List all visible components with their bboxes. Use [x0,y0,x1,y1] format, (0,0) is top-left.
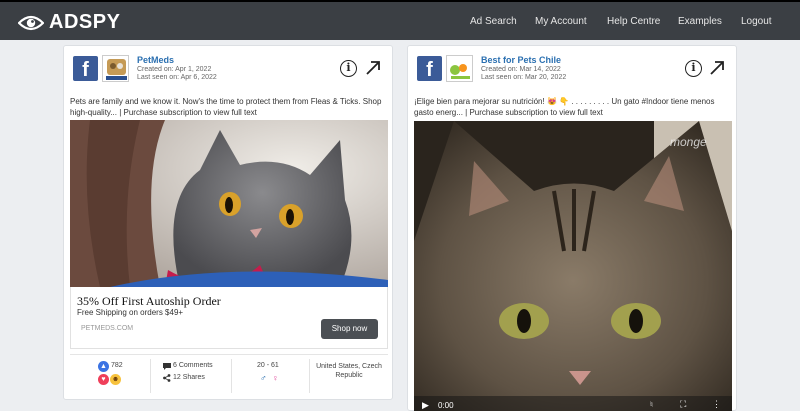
nav-my-account[interactable]: My Account [535,16,587,27]
page-name-link[interactable]: Best for Pets Chile [481,55,561,65]
kitten-video-frame [414,121,732,411]
external-link-icon[interactable] [364,59,382,77]
more-icon[interactable]: ⋮ [712,399,721,410]
ad-body-text: ¡Elige bien para mejorar su nutrición! 😻… [414,97,715,117]
countries-stat: United States, Czech Republic [310,355,388,397]
comments-count: 6 Comments [173,362,213,369]
video-time: 0:00 [438,401,454,410]
ad-headline: 35% Off First Autoship Order [77,294,221,308]
play-icon[interactable]: ▶ [422,400,429,411]
ad-card: f Best for Pets Chile Created on: Mar 14… [407,45,737,411]
page-name-link[interactable]: PetMeds [137,55,174,65]
volume-icon[interactable]: ♮ [650,400,653,409]
best-for-pets-logo-image [447,56,472,81]
ad-video-player[interactable]: monge ▶ 0:00 ♮ ⛶ ⋮ [414,121,732,411]
like-icon: ▲ [98,361,109,372]
female-icon: ♀ [272,373,279,383]
nav-ad-search[interactable]: Ad Search [470,16,517,27]
ad-subline: Free Shipping on orders $49+ [77,308,184,317]
ad-link-preview[interactable]: 35% Off First Autoship Order Free Shippi… [70,287,388,349]
age-range: 20 - 61 [257,362,279,369]
petmeds-logo-image [103,56,128,81]
reactions-stat: ▲ 782 ♥ ☻ [70,355,148,397]
nav-help-centre[interactable]: Help Centre [607,16,660,27]
cat-photo [70,120,388,287]
likes-count: 782 [111,362,123,369]
video-watermark: monge [670,135,707,149]
created-date: Created on: Apr 1, 2022 [137,66,212,73]
countries-text: United States, Czech Republic [316,363,382,379]
top-navbar: ADSPY Ad Search My Account Help Centre E… [0,0,800,40]
eye-logo-icon [18,15,44,30]
fullscreen-icon[interactable]: ⛶ [680,399,686,410]
nav-logout[interactable]: Logout [741,16,772,27]
info-icon[interactable]: i [340,60,357,77]
ad-domain: PETMEDS.COM [81,325,134,332]
ad-stats-bar: ▲ 782 ♥ ☻ 6 Comments 12 Shares 20 - 61 ♂… [70,354,388,396]
last-seen-date: Last seen on: Mar 20, 2022 [481,74,567,81]
nav-examples[interactable]: Examples [678,16,722,27]
created-date: Created on: Mar 14, 2022 [481,66,561,73]
advertiser-logo[interactable] [102,55,129,82]
facebook-icon: f [417,56,442,81]
male-icon: ♂ [260,373,267,383]
love-icon: ♥ [98,374,109,385]
engagement-stat: 6 Comments 12 Shares [151,355,229,397]
info-icon[interactable]: i [685,60,702,77]
ad-body-text: Pets are family and we know it. Now's th… [70,97,382,117]
shop-now-button[interactable]: Shop now [321,319,378,339]
advertiser-logo[interactable] [446,55,473,82]
share-icon [163,374,171,382]
demographics-stat: 20 - 61 ♂ ♀ [232,355,308,397]
comment-icon [163,363,171,370]
external-link-icon[interactable] [708,59,726,77]
ad-creative-image[interactable] [70,120,388,287]
facebook-icon: f [73,56,98,81]
adspy-logo[interactable]: ADSPY [18,11,120,34]
last-seen-date: Last seen on: Apr 6, 2022 [137,74,217,81]
ad-card: f PetMeds Created on: Apr 1, 2022 Last s… [63,45,393,400]
haha-icon: ☻ [110,374,121,385]
video-controls: ▶ 0:00 ♮ ⛶ ⋮ [414,398,732,411]
logo-text: ADSPY [49,11,121,33]
shares-count: 12 Shares [173,374,205,381]
